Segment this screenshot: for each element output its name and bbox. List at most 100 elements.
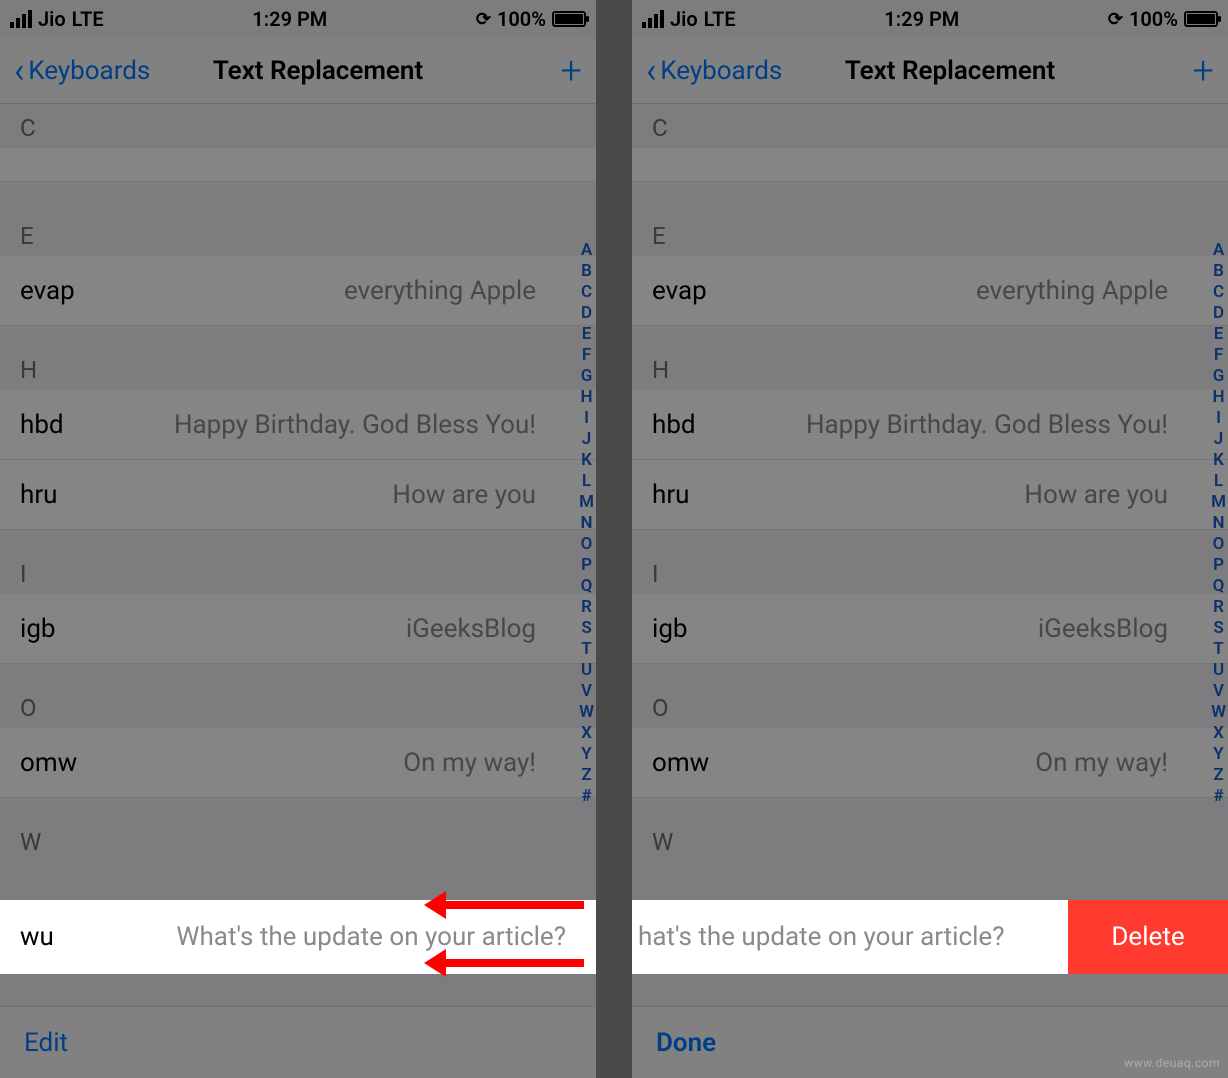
shortcut-label: omw bbox=[652, 748, 709, 778]
index-letter[interactable]: H bbox=[1211, 387, 1226, 408]
index-letter[interactable]: V bbox=[579, 681, 594, 702]
phrase-label: How are you bbox=[392, 480, 576, 510]
index-letter[interactable]: B bbox=[579, 261, 594, 282]
phrase-label: iGeeksBlog bbox=[406, 614, 576, 644]
index-letter[interactable]: Z bbox=[1211, 765, 1226, 786]
index-letter[interactable]: O bbox=[579, 534, 594, 555]
index-letter[interactable]: I bbox=[1211, 408, 1226, 429]
phrase-label: How are you bbox=[1024, 480, 1208, 510]
done-button[interactable]: Done bbox=[656, 1028, 716, 1058]
index-letter[interactable]: G bbox=[579, 366, 594, 387]
index-letter[interactable]: E bbox=[579, 324, 594, 345]
index-letter[interactable]: M bbox=[1211, 492, 1226, 513]
index-letter[interactable]: X bbox=[1211, 723, 1226, 744]
index-letter[interactable]: Q bbox=[1211, 576, 1226, 597]
index-letter[interactable]: K bbox=[1211, 450, 1226, 471]
shortcut-label: hru bbox=[652, 480, 689, 510]
index-letter[interactable]: A bbox=[579, 240, 594, 261]
index-letter[interactable]: D bbox=[1211, 303, 1226, 324]
index-letter[interactable]: E bbox=[1211, 324, 1226, 345]
index-letter[interactable]: S bbox=[579, 618, 594, 639]
table-row[interactable]: omw On my way! bbox=[632, 728, 1228, 798]
index-letter[interactable]: O bbox=[1211, 534, 1226, 555]
navigation-bar: ‹ Keyboards Text Replacement + bbox=[632, 38, 1228, 104]
index-letter[interactable]: F bbox=[579, 345, 594, 366]
section-header-w: W bbox=[0, 798, 596, 862]
network-label: LTE bbox=[704, 7, 736, 31]
index-letter[interactable]: C bbox=[1211, 282, 1226, 303]
index-letter[interactable]: Z bbox=[579, 765, 594, 786]
index-letter[interactable]: N bbox=[1211, 513, 1226, 534]
index-letter[interactable]: J bbox=[579, 429, 594, 450]
battery-icon bbox=[552, 11, 586, 27]
delete-button[interactable]: Delete bbox=[1068, 900, 1228, 974]
edit-button[interactable]: Edit bbox=[24, 1028, 68, 1058]
index-scroller[interactable]: ABCDEFGHIJKLMNOPQRSTUVWXYZ# bbox=[1211, 240, 1226, 807]
phrase-label: Happy Birthday. God Bless You! bbox=[174, 410, 576, 440]
table-row[interactable]: evap everything Apple bbox=[0, 256, 596, 326]
index-letter[interactable]: R bbox=[1211, 597, 1226, 618]
highlighted-row-swiped[interactable]: hat's the update on your article? Delete bbox=[632, 900, 1228, 974]
shortcut-label: hbd bbox=[652, 410, 696, 440]
index-letter[interactable]: Y bbox=[1211, 744, 1226, 765]
index-letter[interactable]: T bbox=[1211, 639, 1226, 660]
table-row[interactable]: hbd Happy Birthday. God Bless You! bbox=[632, 390, 1228, 460]
index-letter[interactable]: J bbox=[1211, 429, 1226, 450]
index-letter[interactable]: B bbox=[1211, 261, 1226, 282]
index-scroller[interactable]: ABCDEFGHIJKLMNOPQRSTUVWXYZ# bbox=[579, 240, 594, 807]
add-button[interactable]: + bbox=[561, 52, 582, 90]
shortcut-label: hru bbox=[20, 480, 57, 510]
network-label: LTE bbox=[72, 7, 104, 31]
index-letter[interactable]: # bbox=[579, 786, 594, 807]
index-letter[interactable]: H bbox=[579, 387, 594, 408]
table-row[interactable]: igb iGeeksBlog bbox=[0, 594, 596, 664]
back-button[interactable]: ‹ Keyboards bbox=[14, 56, 150, 86]
section-header-c: C bbox=[0, 104, 596, 148]
index-letter[interactable]: W bbox=[1211, 702, 1226, 723]
index-letter[interactable]: L bbox=[1211, 471, 1226, 492]
shortcut-label: hbd bbox=[20, 410, 64, 440]
section-header-e: E bbox=[0, 182, 596, 256]
index-letter[interactable]: Q bbox=[579, 576, 594, 597]
index-letter[interactable]: Y bbox=[579, 744, 594, 765]
index-letter[interactable]: # bbox=[1211, 786, 1226, 807]
table-row[interactable]: evap everything Apple bbox=[632, 256, 1228, 326]
index-letter[interactable]: R bbox=[579, 597, 594, 618]
index-letter[interactable]: N bbox=[579, 513, 594, 534]
index-letter[interactable]: W bbox=[579, 702, 594, 723]
phrase-label: everything Apple bbox=[976, 276, 1208, 306]
truncated-row bbox=[0, 148, 596, 182]
back-button[interactable]: ‹ Keyboards bbox=[646, 56, 782, 86]
swipe-arrow-icon bbox=[424, 956, 584, 970]
index-letter[interactable]: L bbox=[579, 471, 594, 492]
table-row[interactable]: igb iGeeksBlog bbox=[632, 594, 1228, 664]
phrase-label: What's the update on your article? bbox=[176, 922, 576, 952]
add-button[interactable]: + bbox=[1193, 52, 1214, 90]
table-row[interactable]: omw On my way! bbox=[0, 728, 596, 798]
table-row[interactable]: hru How are you bbox=[0, 460, 596, 530]
index-letter[interactable]: U bbox=[579, 660, 594, 681]
index-letter[interactable]: M bbox=[579, 492, 594, 513]
table-row[interactable]: hru How are you bbox=[632, 460, 1228, 530]
index-letter[interactable]: U bbox=[1211, 660, 1226, 681]
table-row[interactable]: hbd Happy Birthday. God Bless You! bbox=[0, 390, 596, 460]
index-letter[interactable]: G bbox=[1211, 366, 1226, 387]
battery-icon bbox=[1184, 11, 1218, 27]
index-letter[interactable]: X bbox=[579, 723, 594, 744]
battery-percent: 100% bbox=[1129, 7, 1178, 31]
index-letter[interactable]: V bbox=[1211, 681, 1226, 702]
signal-icon bbox=[10, 10, 32, 28]
section-header-h: H bbox=[632, 326, 1228, 390]
index-letter[interactable]: D bbox=[579, 303, 594, 324]
index-letter[interactable]: I bbox=[579, 408, 594, 429]
index-letter[interactable]: F bbox=[1211, 345, 1226, 366]
iphone-screen-right: Jio LTE 1:29 PM ⟳ 100% ‹ Keyboards Text … bbox=[632, 0, 1228, 1078]
index-letter[interactable]: K bbox=[579, 450, 594, 471]
index-letter[interactable]: T bbox=[579, 639, 594, 660]
index-letter[interactable]: A bbox=[1211, 240, 1226, 261]
index-letter[interactable]: P bbox=[579, 555, 594, 576]
index-letter[interactable]: P bbox=[1211, 555, 1226, 576]
index-letter[interactable]: C bbox=[579, 282, 594, 303]
phrase-label: iGeeksBlog bbox=[1038, 614, 1208, 644]
index-letter[interactable]: S bbox=[1211, 618, 1226, 639]
